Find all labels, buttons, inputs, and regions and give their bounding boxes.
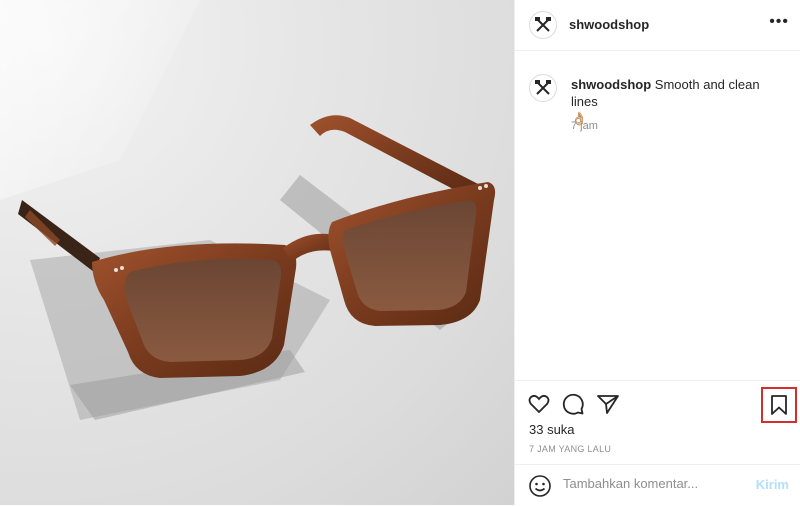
post-time: 7 JAM YANG LALU [529, 444, 612, 454]
more-options-icon[interactable]: ••• [769, 14, 789, 30]
axes-logo-icon [535, 80, 551, 95]
bookmark-icon [771, 395, 787, 415]
comment-bar: Kirim [515, 464, 800, 506]
post-image[interactable] [0, 0, 514, 505]
post-caption: shwoodshop Smooth and clean lines 👌🏼 [571, 76, 785, 127]
like-count[interactable]: 33 suka [529, 422, 575, 437]
heart-icon [528, 394, 550, 414]
paper-plane-icon [597, 395, 619, 414]
caption-time: 7 jam [571, 120, 598, 132]
save-button[interactable] [766, 392, 792, 418]
send-button[interactable]: Kirim [756, 477, 789, 492]
comment-input[interactable] [563, 476, 743, 491]
like-button[interactable] [526, 391, 552, 417]
header-username[interactable]: shwoodshop [569, 17, 649, 32]
post-header: shwoodshop ••• [515, 0, 800, 51]
caption-avatar[interactable] [529, 74, 557, 102]
emoji-button[interactable] [528, 474, 552, 503]
share-button[interactable] [595, 391, 621, 417]
emoji-icon [529, 475, 551, 497]
axes-logo-icon [535, 17, 551, 32]
sunglasses-photo [0, 0, 496, 420]
comment-icon [562, 393, 584, 415]
comment-button[interactable] [560, 391, 586, 417]
post-sidebar: shwoodshop ••• shwoodshop Smooth and cle… [514, 0, 800, 505]
caption-username[interactable]: shwoodshop [571, 77, 651, 92]
avatar[interactable] [529, 11, 557, 39]
